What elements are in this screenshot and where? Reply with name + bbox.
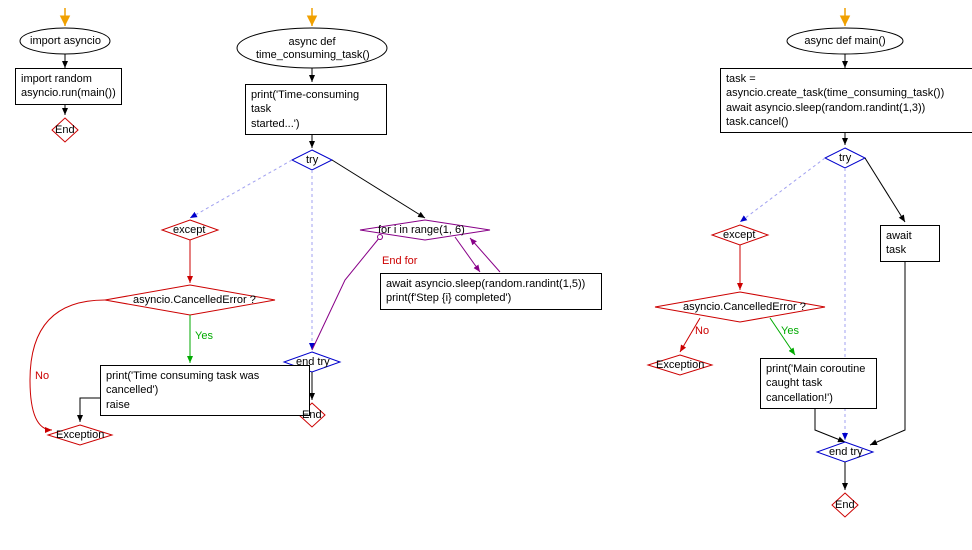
cancelled-diamond-2: asyncio.CancelledError ? xyxy=(133,294,256,306)
end-1: End xyxy=(55,124,75,136)
yes-3: Yes xyxy=(781,325,799,337)
end-try-3: end try xyxy=(829,446,863,458)
body-box-1: import random asyncio.run(main()) xyxy=(15,68,122,105)
for-body-box: await asyncio.sleep(random.randint(1,5))… xyxy=(380,273,602,310)
print-cancelled-box: print('Time consuming task was cancelled… xyxy=(100,365,310,416)
end-for-label: End for xyxy=(382,255,417,267)
print-started-box: print('Time-consuming task started...') xyxy=(245,84,387,135)
end-3: End xyxy=(835,499,855,511)
try-label-3: try xyxy=(839,152,851,164)
main-body-box: task = asyncio.create_task(time_consumin… xyxy=(720,68,972,133)
start-ellipse-1: import asyncio xyxy=(28,35,103,48)
start-ellipse-2: async def time_consuming_task() xyxy=(256,36,368,62)
except-label-3: except xyxy=(723,229,755,241)
end-2: End xyxy=(302,409,322,421)
exception-2: Exception xyxy=(56,429,104,441)
start-ellipse-3: async def main() xyxy=(800,35,890,48)
no-3: No xyxy=(695,325,709,337)
end-try-2: end try xyxy=(296,356,330,368)
try-label-2: try xyxy=(306,154,318,166)
cancelled-diamond-3: asyncio.CancelledError ? xyxy=(683,301,806,313)
exception-3: Exception xyxy=(656,359,704,371)
yes-2: Yes xyxy=(195,330,213,342)
print-main-caught-box: print('Main coroutine caught task cancel… xyxy=(760,358,877,409)
no-2: No xyxy=(35,370,49,382)
for-label: for i in range(1, 6) xyxy=(378,224,465,236)
await-task-box: await task xyxy=(880,225,940,262)
except-label-2: except xyxy=(173,224,205,236)
